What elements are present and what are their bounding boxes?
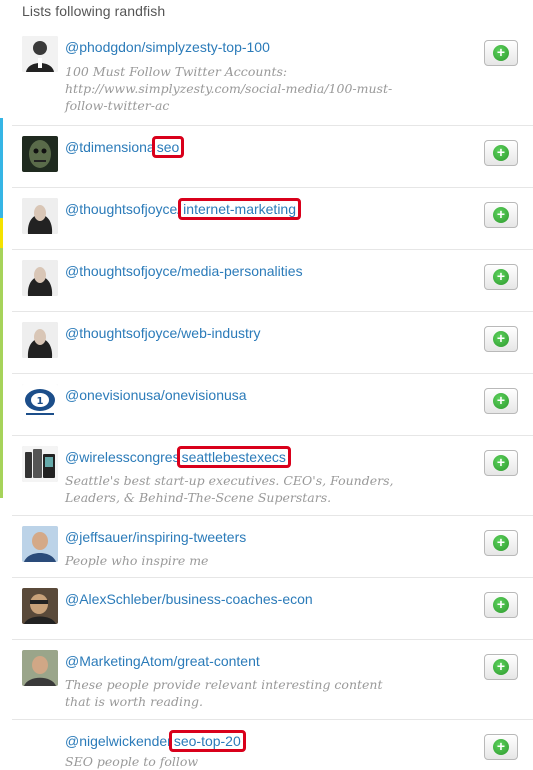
list-item: @nigelwickender seo-top-20 SEO people to …	[12, 719, 533, 769]
list-item: @wirelesscongres seattlebestexecs Seattle…	[12, 435, 533, 516]
plus-icon: +	[493, 207, 509, 223]
list-name-highlighted: seo-top-20	[168, 730, 246, 752]
follow-list-button[interactable]: +	[484, 264, 518, 290]
plus-icon: +	[493, 269, 509, 285]
follow-list-button[interactable]: +	[484, 592, 518, 618]
avatar[interactable]	[22, 198, 58, 234]
plus-icon: +	[493, 45, 509, 61]
list-item: @MarketingAtom/great-content These peopl…	[12, 639, 533, 720]
avatar[interactable]	[22, 588, 58, 624]
list-name-highlighted: seattlebestexecs	[176, 446, 291, 468]
follow-list-button[interactable]: +	[484, 450, 518, 476]
avatar[interactable]	[22, 650, 58, 686]
list-link[interactable]: @nigelwickender seo-top-20	[65, 730, 246, 752]
list-item: @tdimensiona seo +	[12, 125, 533, 188]
list-description: People who inspire me	[65, 553, 209, 568]
list-link[interactable]: @jeffsauer/inspiring-tweeters	[65, 529, 246, 545]
left-edge-green	[0, 248, 3, 498]
avatar[interactable]	[22, 446, 58, 482]
plus-icon: +	[493, 659, 509, 675]
list-link[interactable]: @MarketingAtom/great-content	[65, 653, 260, 669]
list-name-highlighted: seo	[151, 136, 185, 158]
plus-icon: +	[493, 455, 509, 471]
avatar[interactable]	[22, 322, 58, 358]
follow-list-button[interactable]: +	[484, 326, 518, 352]
plus-icon: +	[493, 331, 509, 347]
list-description: Seattle's best start-up executives. CEO'…	[65, 473, 394, 505]
avatar[interactable]	[22, 136, 58, 172]
list-link[interactable]: @phodgdon/simplyzesty-top-100	[65, 39, 270, 55]
follow-list-button[interactable]: +	[484, 734, 518, 760]
list-item: @AlexSchleber/business-coaches-econ +	[12, 577, 533, 640]
list-link[interactable]: @thoughtsofjoyce/internet-marketing	[65, 198, 301, 220]
left-edge-blue	[0, 118, 3, 218]
list-description: SEO people to follow	[65, 754, 199, 769]
list-item: @jeffsauer/inspiring-tweeters People who…	[12, 515, 533, 578]
plus-icon: +	[493, 145, 509, 161]
follow-list-button[interactable]: +	[484, 40, 518, 66]
list-link[interactable]: @tdimensiona seo	[65, 136, 185, 158]
list-link[interactable]: @AlexSchleber/business-coaches-econ	[65, 591, 313, 607]
avatar[interactable]: 1	[22, 384, 58, 420]
follow-list-button[interactable]: +	[484, 140, 518, 166]
left-edge-strip	[0, 0, 3, 768]
avatar[interactable]	[22, 526, 58, 562]
list-description: 100 Must Follow Twitter Accounts: http:/…	[65, 64, 393, 113]
left-edge-yellow	[0, 218, 3, 248]
list-item: @phodgdon/simplyzesty-top-100 100 Must F…	[12, 25, 533, 126]
plus-icon: +	[493, 535, 509, 551]
list-item: @thoughtsofjoyce/media-personalities +	[12, 249, 533, 312]
list-item: @thoughtsofjoyce/internet-marketing +	[12, 187, 533, 250]
list-link[interactable]: @thoughtsofjoyce/media-personalities	[65, 263, 303, 279]
plus-icon: +	[493, 393, 509, 409]
follow-list-button[interactable]: +	[484, 530, 518, 556]
follow-list-button[interactable]: +	[484, 654, 518, 680]
follow-list-button[interactable]: +	[484, 202, 518, 228]
plus-icon: +	[493, 739, 509, 755]
list-item: @thoughtsofjoyce/web-industry +	[12, 311, 533, 374]
list-link[interactable]: @thoughtsofjoyce/web-industry	[65, 325, 261, 341]
list-link[interactable]: @wirelesscongres seattlebestexecs	[65, 446, 291, 468]
list-link[interactable]: @onevisionusa/onevisionusa	[65, 387, 247, 403]
plus-icon: +	[493, 597, 509, 613]
list-item: 1 @onevisionusa/onevisionusa +	[12, 373, 533, 436]
svg-text:1: 1	[37, 396, 44, 407]
follow-list-button[interactable]: +	[484, 388, 518, 414]
avatar[interactable]	[22, 260, 58, 296]
avatar[interactable]	[22, 36, 58, 72]
list-name-highlighted: internet-marketing	[178, 198, 301, 220]
list-description: These people provide relevant interestin…	[65, 677, 383, 709]
page-title: Lists following randfish	[22, 3, 166, 19]
